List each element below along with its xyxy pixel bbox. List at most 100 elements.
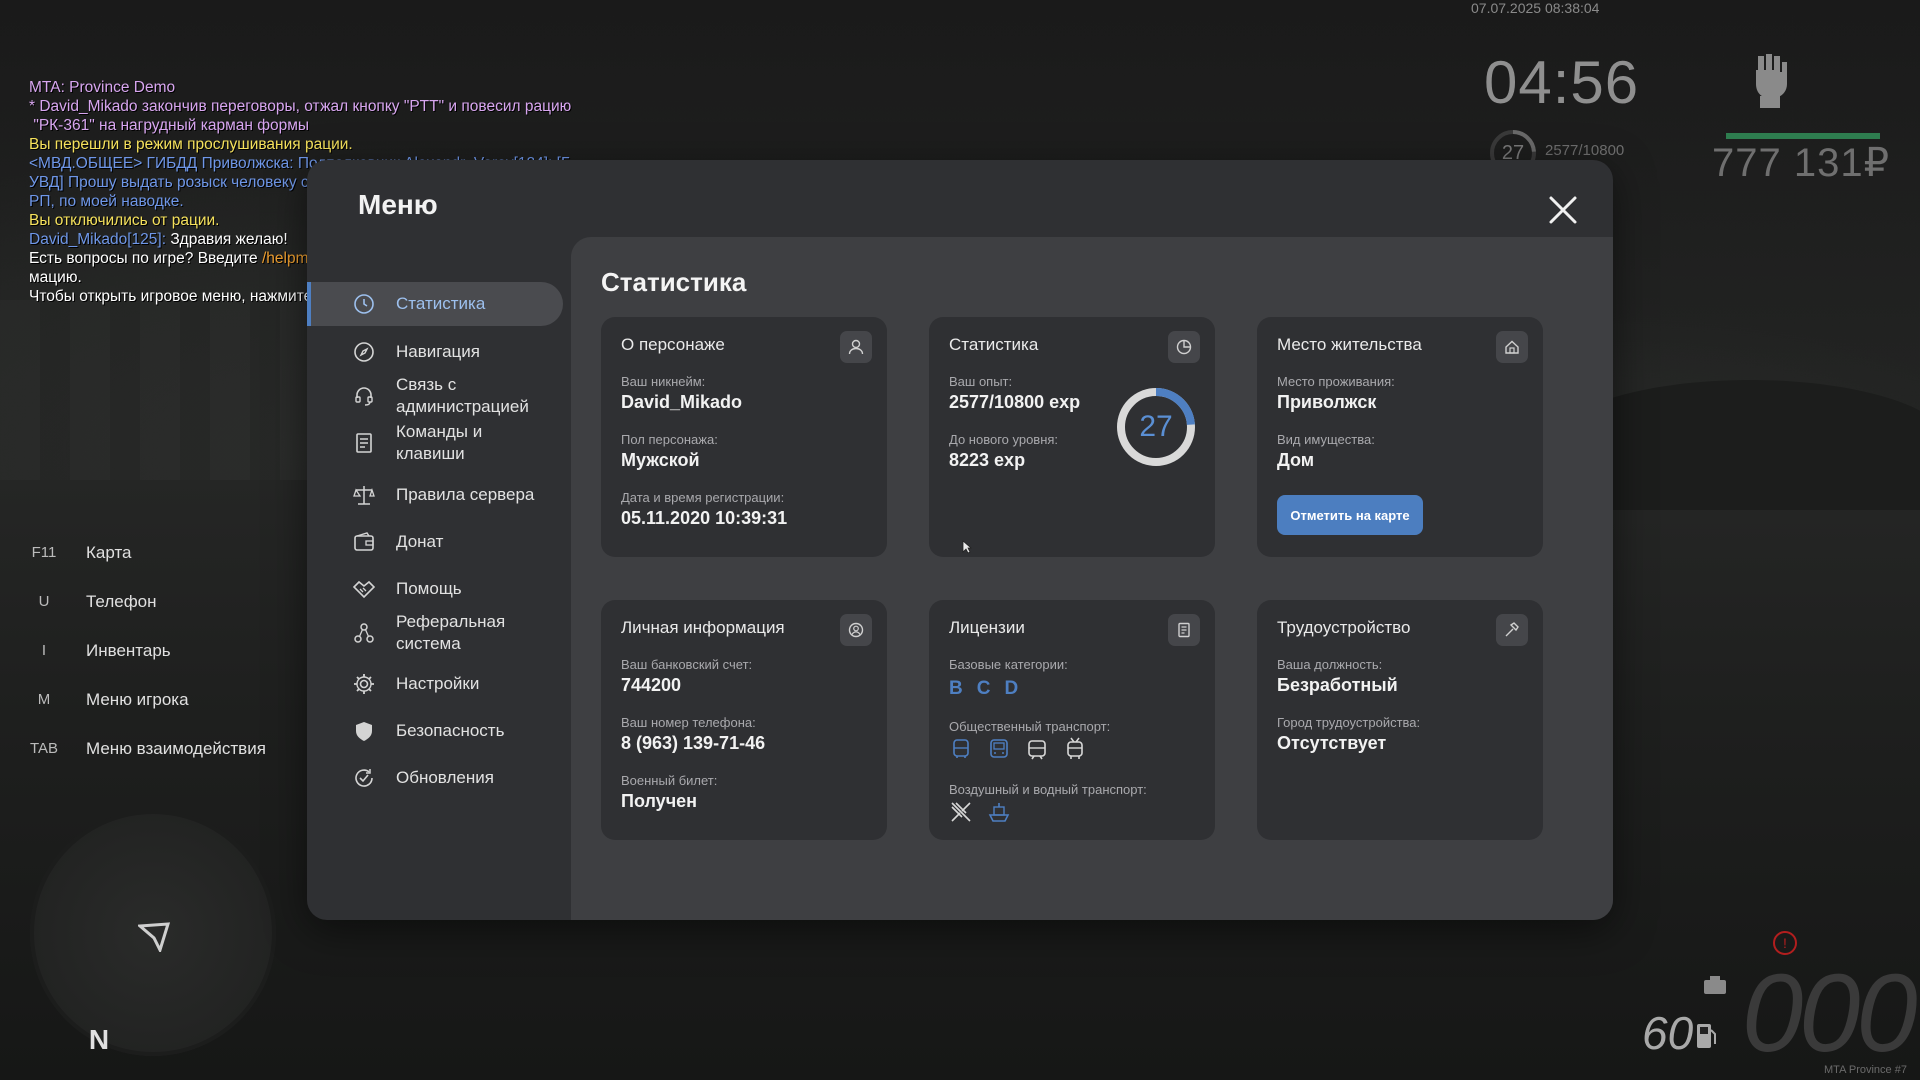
pie-chart-icon xyxy=(1168,331,1200,363)
sidebar-item[interactable]: Настройки xyxy=(307,662,563,706)
keybind-label: Карта xyxy=(86,542,132,562)
property-type-label: Вид имущества: xyxy=(1277,432,1375,447)
fist-icon xyxy=(1756,54,1787,108)
card-character: О персонаже Ваш никнейм: David_Mikado По… xyxy=(601,317,887,557)
card-job: Трудоустройство Ваша должность: Безработ… xyxy=(1257,600,1543,840)
card-licenses: Лицензии Базовые категории: B C D Общест… xyxy=(929,600,1215,840)
tram-icon xyxy=(1025,737,1051,761)
card-title: Статистика xyxy=(949,335,1039,354)
job-city-value: Отсутствует xyxy=(1277,733,1387,753)
sidebar-item-label: Статистика xyxy=(396,294,486,313)
sidebar-item-label: Донат xyxy=(396,532,444,551)
sidebar-item[interactable]: Правила сервера xyxy=(307,473,563,517)
nickname-value: David_Mikado xyxy=(621,392,743,412)
menu-sidebar: Статистика Навигация Связь с администрацие… xyxy=(307,260,572,920)
sidebar-item-label: Навигация xyxy=(396,342,480,361)
phone-value: 8 (963) 139-71-46 xyxy=(621,733,766,753)
sidebar-item[interactable]: Навигация xyxy=(307,330,563,374)
sidebar-item-label: Правила сервера xyxy=(396,485,535,504)
hud-datetime: 07.07.2025 08:38:04 xyxy=(1471,0,1600,16)
refresh-check-icon xyxy=(353,767,375,789)
hud-money: 777 131₽ xyxy=(1712,141,1891,185)
boat-icon xyxy=(987,800,1013,824)
sidebar-item[interactable]: Команды и клавиши xyxy=(307,417,563,469)
exp-label: Ваш опыт: xyxy=(949,374,1013,389)
sidebar-item[interactable]: Обновления xyxy=(307,756,563,800)
keybind-key: U xyxy=(38,593,50,610)
sidebar-item[interactable]: Реферальная система xyxy=(307,607,563,659)
sidebar-item-label: Команды и клавиши xyxy=(396,422,483,463)
hud-clock: 04:56 xyxy=(1484,49,1640,116)
job-position-value: Безработный xyxy=(1277,675,1398,695)
gear-icon xyxy=(353,673,375,695)
clock-icon xyxy=(353,293,375,315)
keybind-label: Меню игрока xyxy=(86,689,189,709)
chat-segment: David_Mikado[125]: xyxy=(29,231,171,248)
sidebar-item-label: Связь с администрацией xyxy=(396,375,529,416)
bus-icon xyxy=(949,737,975,761)
keybind-key: F11 xyxy=(31,544,57,561)
bank-value: 744200 xyxy=(621,675,682,695)
headset-icon xyxy=(353,385,375,407)
sidebar-item[interactable]: Статистика xyxy=(307,282,563,326)
public-transport-label: Общественный транспорт: xyxy=(949,719,1111,734)
hud-health-bar xyxy=(1726,133,1880,139)
public-transport-icons xyxy=(949,737,1089,761)
mark-on-map-button[interactable]: Отметить на карте xyxy=(1277,495,1423,535)
card-personal: Личная информация Ваш банковский счет: 7… xyxy=(601,600,887,840)
content-title: Статистика xyxy=(601,267,747,297)
next-level-value: 8223 exp xyxy=(949,450,1026,470)
shield-icon xyxy=(353,720,375,742)
sidebar-item[interactable]: Связь с администрацией xyxy=(307,370,563,422)
wallet-icon xyxy=(353,531,375,553)
military-value: Получен xyxy=(621,791,698,811)
nickname-label: Ваш никнейм: xyxy=(621,374,706,389)
document-icon xyxy=(353,432,375,454)
house-icon xyxy=(1496,331,1528,363)
keybind-key: I xyxy=(41,642,47,659)
level-number: 27 xyxy=(1139,410,1173,443)
card-residence: Место жительства Место проживания: Приво… xyxy=(1257,317,1543,557)
menu-title: Меню xyxy=(358,189,438,220)
sidebar-item[interactable]: Донат xyxy=(307,520,563,564)
category-b: B xyxy=(949,678,963,699)
player-arrow-icon xyxy=(138,922,170,952)
sidebar-item[interactable]: Помощь xyxy=(307,567,563,611)
player-menu: Меню Статистика Навигация Связь с админист… xyxy=(307,160,1613,920)
sidebar-item[interactable]: Безопасность xyxy=(307,709,563,753)
keybind-label: Телефон xyxy=(86,591,157,611)
plane-icon xyxy=(949,800,975,824)
keybind-u: U Телефон xyxy=(22,577,266,626)
sidebar-item-label: Реферальная система xyxy=(396,612,506,653)
menu-content: Статистика О персонаже Ваш никнейм: Davi… xyxy=(571,237,1613,920)
residence-place-label: Место проживания: xyxy=(1277,374,1395,389)
warning-icon: ! xyxy=(1773,931,1797,955)
chat-line: MTA: Province Demo xyxy=(29,79,176,96)
chat-line: "РК-361" на нагрудный карман формы xyxy=(29,117,310,134)
chat-segment: Есть вопросы по игре? Введите xyxy=(29,250,262,267)
user-icon xyxy=(840,331,872,363)
military-label: Военный билет: xyxy=(621,773,718,788)
engine-icon xyxy=(1704,976,1726,994)
phone-label: Ваш номер телефона: xyxy=(621,715,756,730)
bus-front-icon xyxy=(987,737,1013,761)
registration-value: 05.11.2020 10:39:31 xyxy=(621,508,788,528)
card-title: Трудоустройство xyxy=(1277,618,1411,637)
card-title: Лицензии xyxy=(949,618,1025,637)
air-water-label: Воздушный и водный транспорт: xyxy=(949,782,1147,797)
sidebar-item-label: Обновления xyxy=(396,768,494,787)
sidebar-item-label: Помощь xyxy=(396,579,462,598)
exp-value: 2577/10800 exp xyxy=(949,392,1081,412)
keybind-m: M Меню игрока xyxy=(22,675,266,724)
sidebar-item-label: Безопасность xyxy=(396,721,505,740)
close-icon[interactable] xyxy=(1547,194,1579,226)
keybind-tab: TAB Меню взаимодействия xyxy=(22,724,266,773)
sidebar-item-label: Настройки xyxy=(396,674,480,693)
keybind-key: M xyxy=(37,691,51,708)
property-type-value: Дом xyxy=(1277,450,1315,470)
gender-label: Пол персонажа: xyxy=(621,432,718,447)
chat-line: Вы перешли в режим прослушивания рации. xyxy=(29,136,353,153)
keybind-label: Инвентарь xyxy=(86,640,171,660)
registration-label: Дата и время регистрации: xyxy=(621,490,785,505)
keybind-f11: F11 Карта xyxy=(22,528,266,577)
